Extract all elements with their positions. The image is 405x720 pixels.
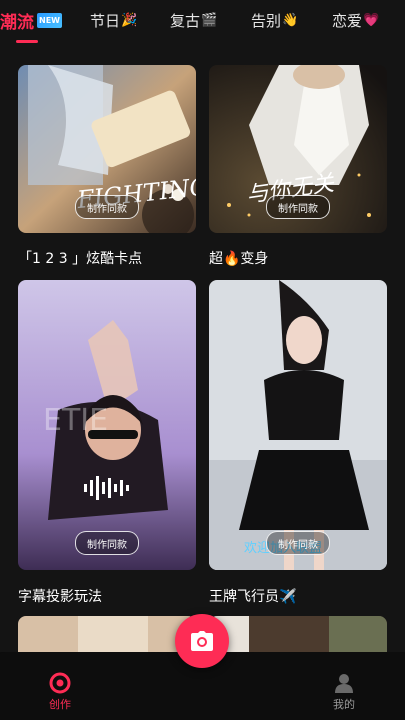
nav-me[interactable]: 我的 <box>314 672 374 712</box>
tab-label: 潮流 <box>0 12 34 33</box>
tab-label: 告别 <box>251 11 282 30</box>
svg-text:ETIE: ETIE <box>43 403 108 438</box>
make-same-button[interactable]: 制作同款 <box>75 195 139 219</box>
template-thumbnail: 欢迎加入联盟 <box>209 280 387 570</box>
tab-label: 恋爱 <box>332 11 363 30</box>
template-title: 「1 2 3 」炫酷卡点 <box>18 251 143 267</box>
template-card[interactable]: 与你无关 制作同款 <box>209 65 387 233</box>
template-title: 王牌飞行员✈️ <box>209 589 297 605</box>
wave-icon: 👋 <box>282 12 299 28</box>
tab-farewell[interactable]: 告别 👋 <box>251 8 298 32</box>
template-card[interactable]: FIGHTING! 制作同款 <box>18 65 196 233</box>
tab-label: 节日 <box>90 11 121 30</box>
tab-retro[interactable]: 复古 🎬 <box>170 8 217 32</box>
template-title: 超🔥变身 <box>209 251 269 267</box>
profile-icon <box>335 674 353 693</box>
template-title: 字幕投影玩法 <box>18 589 102 605</box>
party-icon: 🎉 <box>121 12 138 28</box>
template-card[interactable]: ETIE 制作同款 <box>18 280 196 570</box>
template-card[interactable]: 欢迎加入联盟 制作同款 <box>209 280 387 570</box>
clapper-icon: 🎬 <box>201 12 218 28</box>
nav-label: 我的 <box>333 698 355 711</box>
category-tabs: 潮流 NEW 节日 🎉 复古 🎬 告别 👋 恋爱 💗 <box>0 0 405 52</box>
tab-label: 复古 <box>170 11 201 30</box>
new-badge: NEW <box>37 12 62 28</box>
tab-festival[interactable]: 节日 🎉 <box>90 8 137 32</box>
tab-romance[interactable]: 恋爱 💗 <box>332 8 379 32</box>
camera-button[interactable] <box>175 614 229 668</box>
camera-icon <box>191 631 213 651</box>
make-same-button[interactable]: 制作同款 <box>266 531 330 555</box>
heart-icon: 💗 <box>363 12 380 28</box>
nav-label: 创作 <box>49 698 71 711</box>
template-thumbnail: ETIE <box>18 280 196 570</box>
active-tab-indicator <box>16 40 38 43</box>
nav-create[interactable]: 创作 <box>30 672 90 712</box>
make-same-button[interactable]: 制作同款 <box>266 195 330 219</box>
make-same-button[interactable]: 制作同款 <box>75 531 139 555</box>
tab-trend[interactable]: 潮流 NEW <box>0 8 62 33</box>
create-icon <box>49 672 71 694</box>
